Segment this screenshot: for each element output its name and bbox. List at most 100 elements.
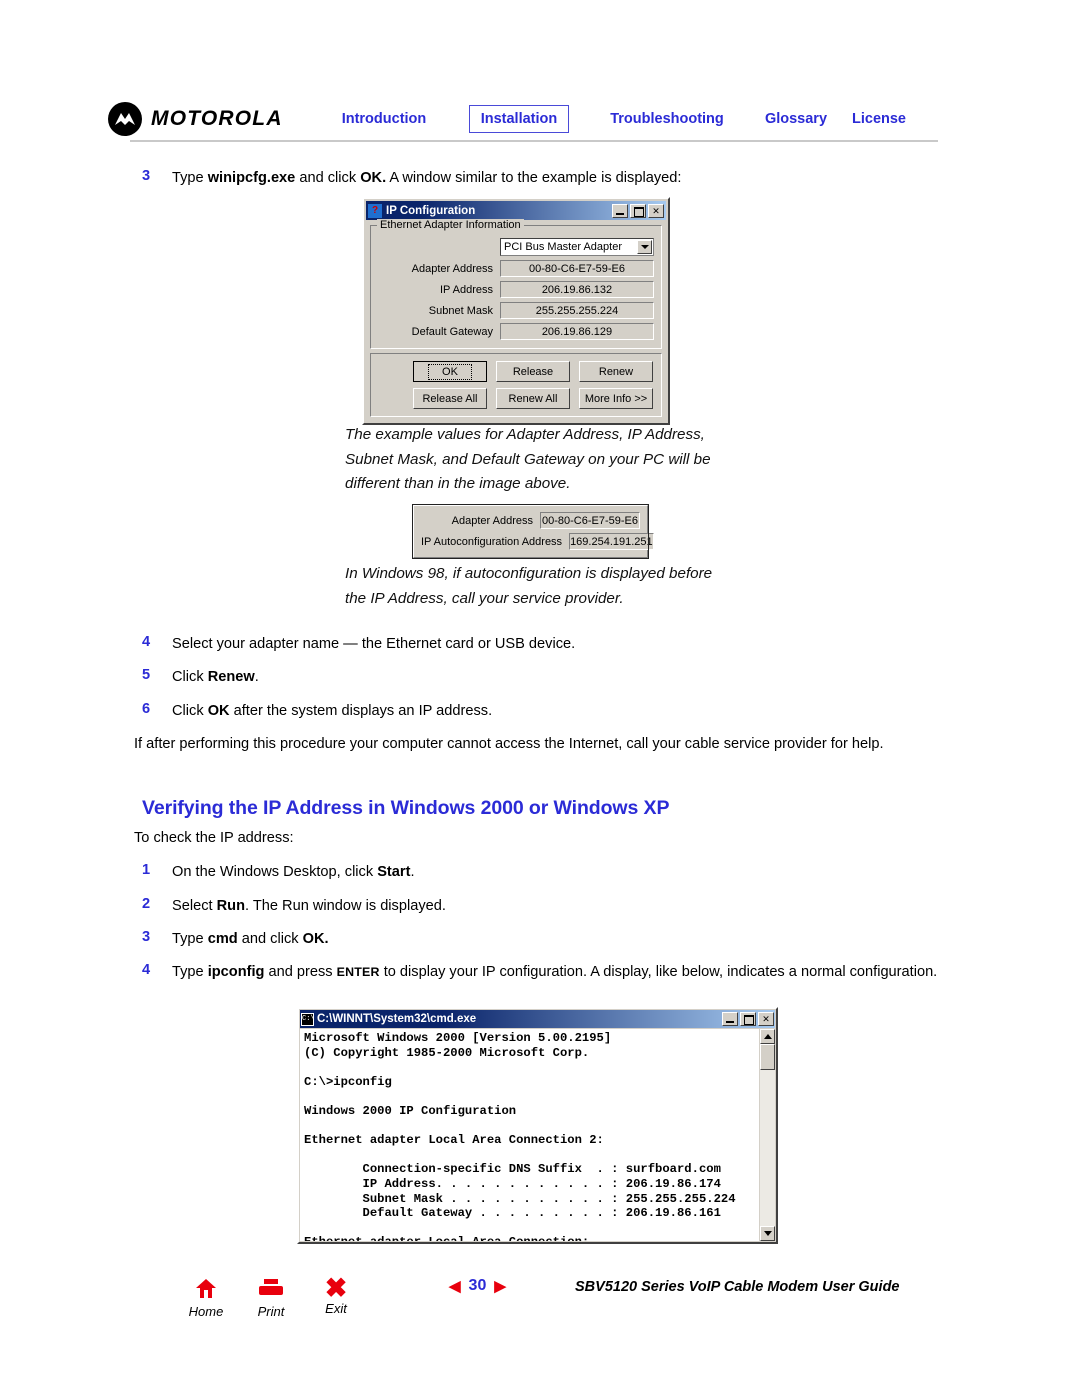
field-label: IP Autoconfiguration Address [421, 535, 563, 548]
nav-item-glossary[interactable]: Glossary [765, 106, 827, 132]
cmd-title: C:\WINNT\System32\cmd.exe [317, 1013, 477, 1025]
dialog-titlebar[interactable]: ? IP Configuration ✕ [366, 201, 666, 220]
field-value: 169.254.191.251 [569, 533, 654, 550]
ethernet-adapter-information-group: Ethernet Adapter Information PCI Bus Mas… [370, 219, 662, 349]
scroll-up-button[interactable] [760, 1029, 775, 1044]
autoconfiguration-dialog: Adapter Address 00-80-C6-E7-59-E6 IP Aut… [412, 504, 654, 559]
command-prompt-window: C:\ C:\WINNT\System32\cmd.exe ✕ Microsof… [297, 1007, 778, 1244]
step5-part-a: Click [172, 669, 208, 685]
step6-ok: OK [207, 703, 230, 719]
step-number-3b: 3 [142, 929, 151, 945]
scroll-thumb[interactable] [760, 1044, 775, 1070]
ok-button-label: OK [428, 363, 472, 380]
renew-button[interactable]: Renew [579, 361, 653, 382]
renew-all-button[interactable]: Renew All [496, 388, 570, 409]
step6-part-a: Click [172, 703, 208, 719]
field-label: Default Gateway [411, 325, 493, 338]
s4-part-a: Type [172, 964, 208, 980]
nav-item-license[interactable]: License [852, 106, 906, 132]
renew-all-button-label: Renew All [508, 392, 558, 405]
home-icon [183, 1278, 229, 1304]
page-footer: Home Print ✖ Exit [0, 1270, 1080, 1330]
nav-item-installation[interactable]: Installation [468, 105, 570, 133]
field-value: 00-80-C6-E7-59-E6 [500, 260, 654, 277]
field-adapter-address: Adapter Address 00-80-C6-E7-59-E6 [421, 512, 640, 529]
field-label: Adapter Address [411, 262, 493, 275]
step-4-text: Select your adapter name — the Ethernet … [172, 636, 576, 652]
s3-part-c: and click [237, 931, 303, 947]
adapter-select[interactable]: PCI Bus Master Adapter [500, 238, 654, 256]
field-label: IP Address [440, 283, 493, 296]
section2-step-2-text: Select Run. The Run window is displayed. [172, 896, 952, 916]
scroll-track[interactable] [760, 1070, 775, 1226]
footer-exit-button[interactable]: ✖ Exit [313, 1273, 359, 1317]
group-title: Ethernet Adapter Information [377, 219, 524, 231]
cmd-vertical-scrollbar[interactable] [759, 1029, 775, 1241]
section2-step-1-text: On the Windows Desktop, click Start. [172, 862, 952, 882]
nav-item-introduction[interactable]: Introduction [342, 106, 427, 132]
s4-enter-key: ENTER [336, 965, 380, 979]
s1-part-c: . [410, 864, 415, 880]
x-icon: ✖ [324, 1273, 348, 1303]
section-intro: To check the IP address: [134, 830, 294, 846]
field-label: Subnet Mask [428, 304, 493, 317]
step3-command: winipcfg.exe [207, 170, 296, 186]
section-heading-verifying-ip-2000-xp: Verifying the IP Address in Windows 2000… [142, 797, 670, 819]
adapter-select-value: PCI Bus Master Adapter [504, 241, 622, 253]
motorola-wordmark: MOTOROLA [151, 107, 283, 130]
release-all-button-label: Release All [422, 392, 478, 405]
nav-item-troubleshooting[interactable]: Troubleshooting [610, 106, 724, 132]
top-nav: Introduction Installation Troubleshootin… [316, 105, 914, 133]
footer-home-button[interactable]: Home [183, 1278, 229, 1319]
more-info-button[interactable]: More Info >> [579, 388, 653, 409]
footer-home-label: Home [188, 1304, 224, 1319]
footer-print-label: Print [257, 1304, 285, 1319]
field-value: 206.19.86.129 [500, 323, 654, 340]
field-adapter-address: Adapter Address 00-80-C6-E7-59-E6 [378, 260, 654, 277]
page-navigation: ◀ 30 ▶ [449, 1277, 506, 1295]
step3-part-a: Type [172, 170, 208, 186]
step-3-text: Type winipcfg.exe and click OK. A window… [172, 168, 952, 188]
ok-button[interactable]: OK [413, 361, 487, 382]
footer-print-button[interactable]: Print [248, 1278, 294, 1319]
field-value: 206.19.86.132 [500, 281, 654, 298]
s2-part-c: . The Run window is displayed. [245, 898, 446, 914]
cmd-body: Microsoft Windows 2000 [Version 5.00.219… [300, 1029, 775, 1241]
release-button[interactable]: Release [496, 361, 570, 382]
printer-icon [248, 1278, 294, 1304]
cmd-icon: C:\ [301, 1012, 315, 1026]
s2-part-a: Select [172, 898, 217, 914]
field-subnet-mask: Subnet Mask 255.255.255.224 [378, 302, 654, 319]
field-value: 255.255.255.224 [500, 302, 654, 319]
cmd-output-text: Microsoft Windows 2000 [Version 5.00.219… [304, 1031, 736, 1241]
step3-ok: OK. [360, 170, 387, 186]
step6-part-c: after the system displays an IP address. [229, 703, 493, 719]
s1-start: Start [377, 864, 411, 880]
step3-part-e: A window similar to the example is displ… [386, 170, 682, 186]
s3-cmd: cmd [207, 931, 238, 947]
step-5-text: Click Renew. [172, 667, 952, 687]
close-button[interactable]: ✕ [648, 203, 664, 218]
ip-configuration-dialog: ? IP Configuration ✕ Ethernet Adapter In… [362, 197, 670, 425]
step-number-5: 5 [142, 667, 151, 683]
next-page-icon[interactable]: ▶ [494, 1277, 506, 1295]
maximize-button[interactable] [630, 203, 646, 218]
footer-exit-label: Exit [325, 1301, 347, 1316]
closing-paragraph: If after performing this procedure your … [134, 736, 884, 752]
guide-title: SBV5120 Series VoIP Cable Modem User Gui… [575, 1279, 900, 1295]
scroll-down-button[interactable] [760, 1226, 775, 1241]
release-all-button[interactable]: Release All [413, 388, 487, 409]
s2-run: Run [216, 898, 245, 914]
chevron-down-icon[interactable] [637, 240, 652, 254]
minimize-button[interactable] [612, 203, 628, 218]
note-windows98-autoconfig: In Windows 98, if autoconfiguration is d… [345, 565, 713, 607]
previous-page-icon[interactable]: ◀ [449, 1277, 461, 1295]
cmd-minimize-button[interactable] [722, 1012, 738, 1026]
step-6-text: Click OK after the system displays an IP… [172, 701, 952, 721]
cmd-titlebar[interactable]: C:\ C:\WINNT\System32\cmd.exe ✕ [300, 1010, 775, 1028]
release-button-label: Release [512, 365, 554, 378]
cmd-close-button[interactable]: ✕ [758, 1012, 774, 1026]
s4-ipconfig: ipconfig [207, 964, 265, 980]
step-number-3: 3 [142, 168, 151, 184]
cmd-maximize-button[interactable] [740, 1012, 756, 1026]
